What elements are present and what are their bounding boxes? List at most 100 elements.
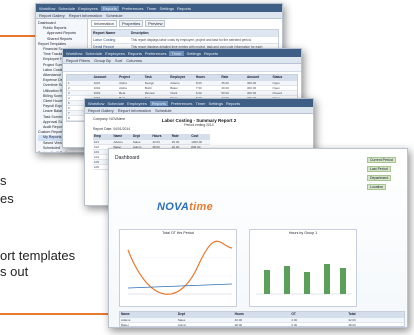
grid-cell: 300.00 — [246, 91, 257, 95]
nav-item[interactable]: Settings — [187, 51, 201, 56]
panel-tab[interactable]: Information — [91, 20, 118, 27]
sub-tab[interactable]: Report Information — [118, 108, 151, 113]
grid-cell: Open — [272, 86, 280, 90]
nav-item[interactable]: Reports — [204, 51, 218, 56]
panel-tabs: Information Properties Preview — [91, 20, 279, 27]
promo-collage: s es ort templates s out Workflow Schedul… — [0, 0, 414, 335]
nav-item[interactable]: Schedule — [107, 101, 124, 106]
grid-cell: 1000.00 — [191, 140, 203, 144]
grid-cell: Baker — [170, 86, 179, 90]
side-text-line2: es — [0, 191, 14, 206]
nav-item[interactable]: Preferences — [145, 51, 167, 56]
sub-tab[interactable]: Schedule — [106, 13, 123, 18]
filter-button[interactable]: Location — [367, 184, 387, 190]
filter-button[interactable]: Current Period — [367, 157, 396, 163]
nav-item[interactable]: Timer — [169, 50, 184, 56]
report-description: This report displays labor costs by empl… — [131, 38, 252, 42]
hours-by-group-chart — [256, 264, 352, 295]
grid-cell: 38.00 — [348, 323, 356, 327]
novatime-logo: NOVAtime — [157, 201, 213, 213]
bar — [304, 272, 310, 294]
grid-cell: 45.00 — [221, 81, 229, 85]
nav-item[interactable]: Schedule — [85, 51, 102, 56]
nav-item[interactable]: Workflow — [88, 101, 104, 106]
grid-cell: 2 — [68, 86, 70, 90]
nav-item[interactable]: Employees — [105, 51, 125, 56]
grid-cell: 0.00 — [291, 323, 298, 327]
grid-cell: Alpha — [119, 86, 127, 90]
side-filter-buttons: Current Period Last Period Department Locat… — [367, 157, 407, 207]
side-text-line3: ort templates — [0, 248, 76, 263]
filter-button[interactable]: Department — [367, 175, 392, 181]
nav-item[interactable]: Reports — [177, 6, 191, 11]
nav-item[interactable]: Employees — [78, 6, 98, 11]
column-header: Report Name — [93, 31, 116, 35]
sub-tab[interactable]: Sort — [115, 58, 122, 63]
grid-cell: Open — [272, 81, 280, 85]
grid-cell: Beta — [119, 91, 126, 95]
bar — [340, 268, 346, 294]
sub-tab[interactable]: Report Information — [69, 13, 102, 18]
top-nav: Workflow Schedule Employees Reports Preferen… — [63, 49, 301, 57]
side-text-line4: s out — [0, 264, 29, 279]
grid-cell: 1 — [68, 81, 70, 85]
labor-costing-card: Name Dept Hours OT Total Adams Sales 40.00 2.00 4… — [119, 311, 405, 327]
nav-item[interactable]: Timer — [146, 6, 156, 11]
nav-item[interactable]: Schedule — [58, 6, 75, 11]
grid-cell: 101 — [94, 140, 100, 144]
nav-item[interactable]: Timer — [195, 101, 205, 106]
nav-item[interactable]: Settings — [160, 6, 174, 11]
report-meta-2: Report Date: 04/01/2014 — [93, 126, 131, 131]
tree-item[interactable]: System Audit Trail — [38, 151, 85, 152]
sub-tabs: Report Gallery Report Information Schedule — [85, 107, 313, 114]
grid-row[interactable]: Baker Admin 38.00 0.00 38.00 — [120, 323, 404, 327]
grid-cell: 1002 — [93, 86, 101, 90]
grid-cell: Adams — [121, 318, 131, 322]
nav-item[interactable]: Reports — [100, 5, 119, 11]
grid-cell: Closed — [272, 91, 282, 95]
grid-cell: 2.00 — [291, 318, 298, 322]
nav-item[interactable]: Reports — [226, 101, 240, 106]
grid-cell: 1001 — [93, 81, 101, 85]
ot-hours-chart — [127, 240, 233, 295]
sub-tab[interactable]: Report Gallery — [88, 108, 114, 113]
grid-cell: Design — [144, 81, 155, 85]
nav-item[interactable]: Reports — [128, 51, 142, 56]
nav-item[interactable]: Preferences — [171, 101, 193, 106]
side-text-line1: s — [0, 173, 7, 188]
sub-tab[interactable]: Schedule — [155, 108, 172, 113]
table-row[interactable]: Labor Costing This report displays labor … — [92, 37, 278, 44]
grid-cell: Adams — [170, 81, 180, 85]
report-name-link[interactable]: Labor Costing — [92, 37, 130, 43]
grid-cell: 1003 — [93, 91, 101, 95]
filter-button[interactable]: Last Period — [367, 166, 391, 172]
grid-cell: 40.00 — [221, 86, 229, 90]
grid-cell: 8.00 — [195, 81, 202, 85]
grid-cell: 300.00 — [246, 86, 257, 90]
nav-item[interactable]: Workflow — [39, 6, 55, 11]
panel-tab[interactable]: Properties — [119, 20, 144, 27]
panel-tab[interactable]: Preview — [145, 20, 166, 27]
grid-cell: 40.00 — [152, 140, 160, 144]
grid-cell: Adams — [113, 140, 123, 144]
grid-cell: Admin — [177, 323, 187, 327]
nav-item[interactable]: Preferences — [122, 6, 144, 11]
sub-tab[interactable]: Group By — [94, 58, 111, 63]
grid-cell: Baker — [121, 323, 129, 327]
nav-item[interactable]: Settings — [209, 101, 223, 106]
sub-tab[interactable]: Columns — [126, 58, 142, 63]
sub-tabs: Report Filters Group By Sort Columns — [63, 57, 301, 64]
bar — [264, 270, 270, 294]
grid-cell: Review — [144, 91, 155, 95]
grid-cell: 25.00 — [171, 140, 180, 144]
grid-cell: Alpha — [119, 81, 127, 85]
nav-item[interactable]: Workflow — [66, 51, 82, 56]
sub-tab[interactable]: Report Filters — [66, 58, 90, 63]
bar — [284, 266, 290, 294]
nav-item[interactable]: Reports — [149, 100, 168, 106]
grid-cell: 7.50 — [195, 86, 202, 90]
nav-item[interactable]: Employees — [127, 101, 147, 106]
sub-tab[interactable]: Report Gallery — [39, 13, 65, 18]
grid-cell: 3 — [68, 91, 70, 95]
grid-cell: 6.00 — [195, 91, 202, 95]
